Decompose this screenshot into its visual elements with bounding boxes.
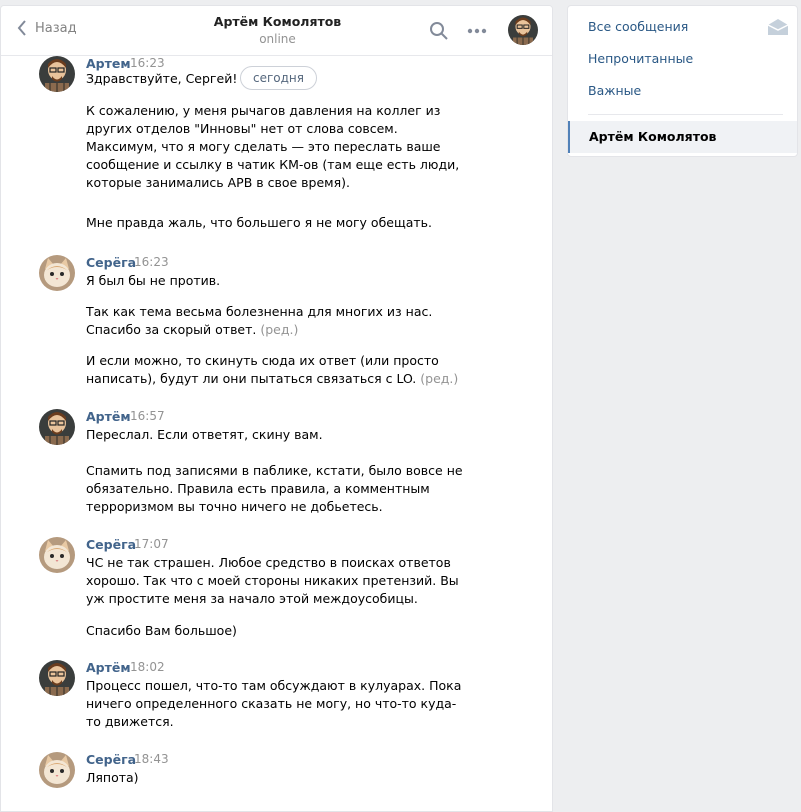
message-time[interactable]: 16:23 (134, 255, 169, 269)
message-time[interactable]: 17:07 (134, 537, 169, 551)
message-text-content: Спасибо Вам большое) (86, 623, 237, 638)
message-author[interactable]: Серёга (86, 537, 136, 552)
peer-status: online (259, 32, 296, 46)
avatar-cat-icon (39, 255, 75, 291)
avatar-artem-icon (39, 660, 75, 696)
message-author[interactable]: Артём (86, 660, 131, 675)
message-text: Мне правда жаль, что большего я не могу … (86, 214, 466, 232)
avatar[interactable] (508, 15, 538, 45)
message-text: Переслал. Если ответят, скину вам. (86, 426, 466, 444)
nav-unread[interactable]: Непрочитанные (588, 51, 693, 66)
message-time[interactable]: 18:02 (130, 660, 165, 674)
message-text-content: И если можно, то скинуть сюда их ответ (… (86, 353, 439, 386)
more-icon[interactable] (467, 28, 487, 34)
message-author[interactable]: Серёга (86, 752, 136, 767)
peer-name: Артём Комолятов (213, 14, 342, 29)
avatar[interactable] (39, 537, 75, 573)
message-text: Спамить под записями в паблике, кстати, … (86, 462, 466, 516)
message-text-content: Здравствуйте, Сергей! (86, 71, 238, 86)
avatar-cat-icon (39, 537, 75, 573)
envelope-icon[interactable] (767, 18, 789, 36)
right-nav-panel: Все сообщения Непрочитанные Важные Артём… (567, 5, 798, 157)
active-conversation[interactable]: Артём Комолятов (568, 121, 797, 153)
avatar[interactable] (39, 56, 75, 92)
message-text: ЧС не так страшен. Любое средство в поис… (86, 554, 466, 608)
divider (588, 114, 783, 115)
avatar[interactable] (39, 409, 75, 445)
message-text: И если можно, то скинуть сюда их ответ (… (86, 352, 466, 388)
message-text-content: К сожалению, у меня рычагов давления на … (86, 103, 460, 190)
message-text-content: Я был бы не против. (86, 273, 221, 288)
search-icon[interactable] (429, 21, 449, 41)
message-text-content: Ляпота) (86, 770, 139, 785)
date-divider-badge: сегодня (240, 66, 317, 90)
message-time[interactable]: 16:23 (130, 56, 165, 70)
message-text: К сожалению, у меня рычагов давления на … (86, 102, 466, 192)
message-text-content: Спамить под записями в паблике, кстати, … (86, 463, 463, 514)
message-text-content: Переслал. Если ответят, скину вам. (86, 427, 323, 442)
message-text-content: Мне правда жаль, что большего я не могу … (86, 215, 433, 230)
message-time[interactable]: 16:57 (130, 409, 165, 423)
message-text: Я был бы не против. (86, 272, 466, 290)
active-conversation-label: Артём Комолятов (589, 129, 717, 144)
avatar-artem-icon (39, 56, 75, 92)
edited-label: (ред.) (260, 322, 299, 337)
message-time[interactable]: 18:43 (134, 752, 169, 766)
avatar[interactable] (39, 752, 75, 788)
edited-label: (ред.) (420, 371, 459, 386)
message-author[interactable]: Серёга (86, 255, 136, 270)
chat-panel: Назад Артём Комолятов online сегодня Арт… (0, 5, 553, 812)
message-text: Спасибо Вам большое) (86, 622, 466, 640)
nav-all-messages[interactable]: Все сообщения (588, 19, 688, 34)
avatar-artem-icon (508, 15, 538, 45)
message-text: Так как тема весьма болезненна для многи… (86, 303, 466, 339)
avatar[interactable] (39, 255, 75, 291)
avatar-cat-icon (39, 752, 75, 788)
chat-header: Назад Артём Комолятов online (1, 6, 552, 56)
avatar[interactable] (39, 660, 75, 696)
message-text-content: ЧС не так страшен. Любое средство в поис… (86, 555, 459, 606)
message-text: Ляпота) (86, 769, 466, 787)
nav-important[interactable]: Важные (588, 83, 641, 98)
avatar-artem-icon (39, 409, 75, 445)
scrollbar[interactable] (554, 5, 562, 812)
message-author[interactable]: Артём (86, 409, 131, 424)
message-text: Процесс пошел, что-то там обсуждают в ку… (86, 677, 466, 731)
message-author[interactable]: Артем (86, 56, 131, 71)
message-text-content: Процесс пошел, что-то там обсуждают в ку… (86, 678, 462, 729)
